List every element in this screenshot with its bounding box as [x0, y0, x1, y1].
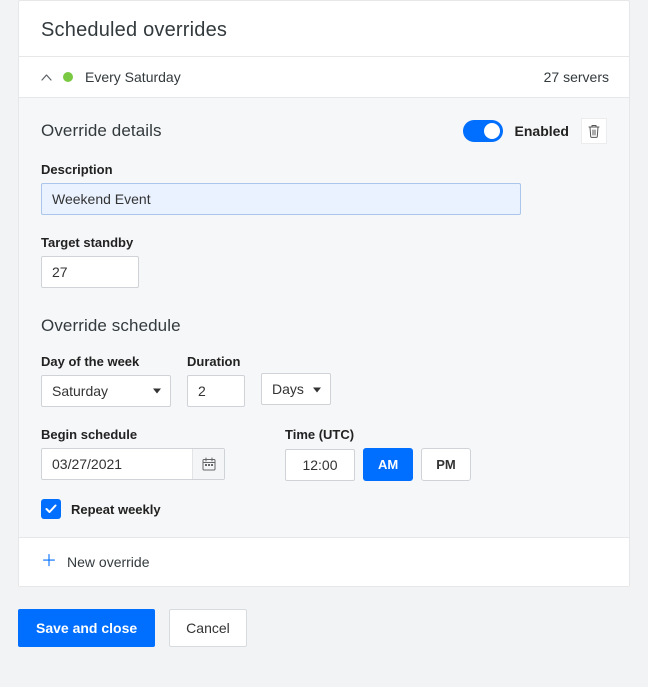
- day-label: Day of the week: [41, 354, 171, 369]
- time-label: Time (UTC): [285, 427, 471, 442]
- check-icon: [45, 504, 57, 514]
- delete-button[interactable]: [581, 118, 607, 144]
- summary-label: Every Saturday: [85, 69, 544, 85]
- save-button[interactable]: Save and close: [18, 609, 155, 647]
- calendar-icon: [202, 457, 216, 471]
- schedule-heading: Override schedule: [41, 316, 607, 336]
- cancel-button[interactable]: Cancel: [169, 609, 247, 647]
- enabled-toggle[interactable]: [463, 120, 503, 142]
- duration-unit-select[interactable]: Days: [261, 373, 331, 405]
- repeat-checkbox[interactable]: [41, 499, 61, 519]
- duration-input[interactable]: [187, 375, 245, 407]
- calendar-button[interactable]: [192, 449, 224, 479]
- new-override-label: New override: [67, 554, 149, 570]
- toggle-knob-icon: [484, 123, 500, 139]
- description-label: Description: [41, 162, 607, 177]
- trash-icon: [588, 124, 600, 138]
- details-heading: Override details: [41, 121, 162, 141]
- duration-label: Duration: [187, 354, 245, 369]
- chevron-up-icon: [39, 70, 53, 84]
- standby-input[interactable]: [41, 256, 139, 288]
- day-select[interactable]: Saturday: [41, 375, 171, 407]
- begin-label: Begin schedule: [41, 427, 225, 442]
- panel-header: Scheduled overrides: [19, 1, 629, 57]
- status-dot-icon: [63, 72, 73, 82]
- new-override-button[interactable]: ＋ New override: [19, 537, 629, 586]
- pm-button[interactable]: PM: [421, 448, 471, 481]
- standby-label: Target standby: [41, 235, 607, 250]
- summary-count: 27 servers: [544, 69, 609, 85]
- description-input[interactable]: [41, 183, 521, 215]
- summary-row[interactable]: Every Saturday 27 servers: [19, 57, 629, 98]
- enabled-label: Enabled: [515, 123, 569, 139]
- am-button[interactable]: AM: [363, 448, 413, 481]
- panel-title: Scheduled overrides: [41, 19, 607, 42]
- plus-icon: ＋: [41, 554, 57, 570]
- details-body: Override details Enabled Description Tar…: [19, 98, 629, 537]
- time-input[interactable]: [285, 449, 355, 481]
- repeat-label: Repeat weekly: [71, 502, 161, 517]
